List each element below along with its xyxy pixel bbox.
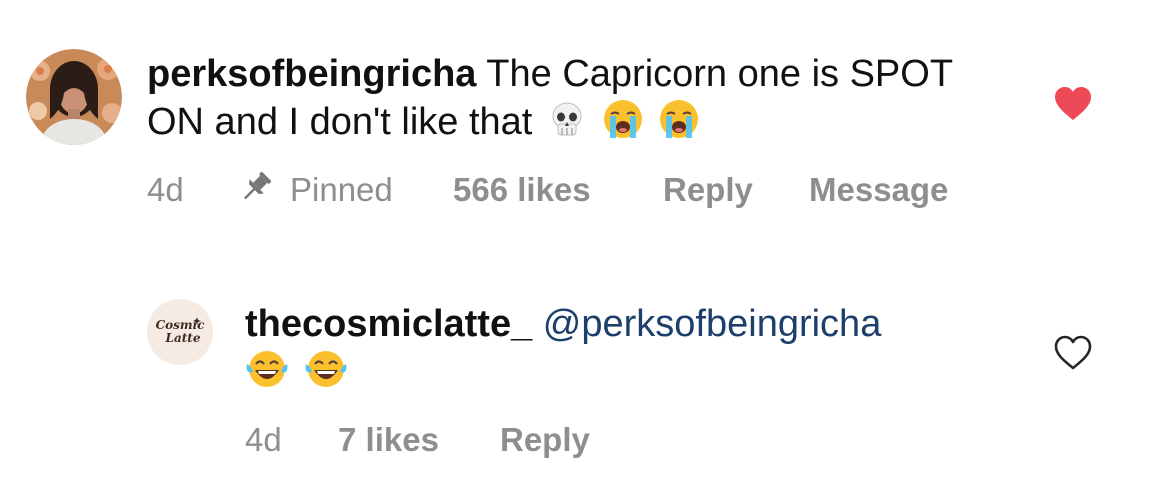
reply-mention-link[interactable]: @perksofbeingricha — [543, 303, 882, 345]
avatar-perksofbeingricha[interactable] — [26, 49, 122, 145]
face-with-tears-of-joy-icon — [245, 348, 289, 402]
like-heart-outline-icon[interactable] — [1053, 335, 1093, 376]
avatar-image — [26, 49, 122, 145]
pinned-label: Pinned — [290, 171, 393, 208]
svg-text:Latte: Latte — [165, 331, 201, 345]
likes-count[interactable]: 566 likes — [453, 170, 591, 210]
skull-icon — [547, 100, 587, 152]
pin-icon — [237, 170, 275, 213]
comment-username[interactable]: perksofbeingricha — [147, 53, 476, 95]
face-with-tears-of-joy-icon — [304, 348, 348, 402]
comment-meta: 4d Pinned 566 likes Reply Message — [0, 170, 1157, 210]
reply-meta: 4d 7 likes Reply — [0, 420, 1157, 460]
reply-reply-button[interactable]: Reply — [500, 420, 590, 460]
reply-likes-count[interactable]: 7 likes — [338, 420, 439, 460]
reply-body: thecosmiclatte_ @perksofbeingricha — [245, 300, 1025, 402]
like-heart-icon[interactable] — [1053, 86, 1093, 127]
cosmic-latte-logo: Cosmic Latte — [147, 299, 213, 365]
reply-username[interactable]: thecosmiclatte_ — [245, 303, 532, 345]
loudly-crying-face-icon — [658, 98, 700, 152]
comment-body: perksofbeingricha The Capricorn one is S… — [147, 50, 1017, 152]
avatar-thecosmiclatte[interactable]: Cosmic Latte — [147, 299, 213, 365]
reply-time: 4d — [245, 421, 282, 458]
reply-button[interactable]: Reply — [663, 170, 753, 210]
message-button[interactable]: Message — [809, 170, 948, 210]
loudly-crying-face-icon — [602, 98, 644, 152]
comment-time: 4d — [147, 171, 184, 208]
